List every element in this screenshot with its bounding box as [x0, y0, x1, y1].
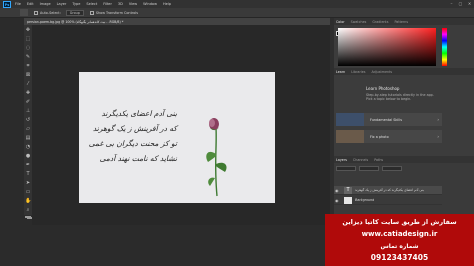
blur-icon[interactable]: ◔ — [25, 144, 31, 150]
tab-channels[interactable]: Channels — [353, 158, 368, 162]
auto-select-checkbox[interactable] — [34, 10, 38, 15]
blend-mode-dropdown[interactable] — [359, 165, 379, 171]
tools-panel: ✥ ⬚ ◌ ✎ ⌗ ⊠ ⁄ ✚ ✐ ⊥ ↺ ▱ ▤ ◔ ● ✒ T ➤ ▭ ✋ … — [24, 25, 33, 219]
layer-name: بنی آدم اعضای یکدیگرند که در آفرینش ز یک… — [355, 188, 424, 192]
learn-title: Learn Photoshop — [366, 86, 400, 91]
tab-paths[interactable]: Paths — [374, 158, 383, 162]
crop-icon[interactable]: ⌗ — [25, 63, 31, 69]
tab-adjustments[interactable]: Adjustments — [371, 70, 392, 74]
tab-color[interactable]: Color — [336, 20, 345, 24]
dodge-icon[interactable]: ● — [25, 153, 31, 159]
chevron-right-icon: › — [437, 117, 439, 122]
color-field[interactable] — [338, 28, 436, 66]
auto-select-label: Auto-Select: — [40, 10, 61, 15]
learn-panel-tabs: Learn Libraries Adjustments — [334, 68, 474, 75]
path-select-icon[interactable]: ➤ — [25, 180, 31, 186]
menu-select[interactable]: Select — [86, 2, 97, 6]
quick-select-icon[interactable]: ✎ — [25, 54, 31, 60]
history-brush-icon[interactable]: ↺ — [25, 117, 31, 123]
tutorial-card-fundamental-skills[interactable]: Fundamental Skills › — [336, 113, 442, 126]
color-panel-tabs: Color Swatches Gradients Patterns — [334, 18, 474, 25]
auto-select-dropdown[interactable]: Group — [65, 9, 84, 16]
pen-icon[interactable]: ✒ — [25, 162, 31, 168]
layer-row-text[interactable]: ◉ T بنی آدم اعضای یکدیگرند که در آفرینش … — [334, 186, 442, 195]
maximize-icon[interactable]: ▢ — [456, 0, 465, 8]
tutorial-card-fix-photo[interactable]: Fix a photo › — [336, 130, 442, 143]
healing-brush-icon[interactable]: ✚ — [25, 90, 31, 96]
menu-view[interactable]: View — [129, 2, 137, 6]
eye-icon[interactable]: ◉ — [335, 198, 341, 203]
transform-controls-checkbox[interactable] — [89, 10, 94, 15]
poem-line-4: نشاید که نامت نهند آدمی — [99, 154, 177, 163]
transform-controls-label: Show Transform Controls — [95, 10, 139, 15]
document-image[interactable]: بنی آدم اعضای یکدیگرند که در آفرینش ز یک… — [79, 72, 275, 203]
eyedropper-icon[interactable]: ⁄ — [25, 81, 31, 87]
menu-file[interactable]: File — [15, 2, 21, 6]
menu-bar: Ps File Edit Image Layer Type Select Fil… — [0, 0, 474, 8]
chevron-right-icon: › — [437, 134, 439, 139]
tab-layers[interactable]: Layers — [336, 158, 347, 162]
eraser-icon[interactable]: ▱ — [25, 126, 31, 132]
menu-edit[interactable]: Edit — [27, 2, 34, 6]
close-icon[interactable]: ✕ — [465, 0, 474, 8]
shape-icon[interactable]: ▭ — [25, 189, 31, 195]
document-title: persian-poem-bg.jpg @ 100% (نیت کاندهمان… — [27, 19, 124, 24]
brush-icon[interactable]: ✐ — [25, 99, 31, 105]
tab-gradients[interactable]: Gradients — [372, 20, 388, 24]
promo-url: www.catiadesign.ir — [361, 230, 438, 238]
tutorial-label: Fundamental Skills — [370, 117, 402, 122]
hand-icon[interactable]: ✋ — [25, 198, 31, 204]
poem-line-3: تو کز محنت دیگران بی غمی — [88, 139, 177, 148]
text-layer-icon: T — [344, 186, 352, 194]
layers-panel-tabs: Layers Channels Paths — [334, 156, 474, 163]
document-tab[interactable]: persian-poem-bg.jpg @ 100% (نیت کاندهمان… — [24, 18, 330, 25]
promo-phone: 09123437405 — [370, 253, 429, 262]
hue-slider[interactable] — [442, 28, 447, 66]
tutorial-thumbnail — [336, 130, 364, 143]
layers-toolbar — [336, 165, 440, 171]
move-icon[interactable]: ✥ — [25, 27, 31, 33]
frame-icon[interactable]: ⊠ — [25, 72, 31, 78]
tutorial-thumbnail — [336, 113, 364, 126]
layer-row-background[interactable]: ◉ Background — [334, 196, 442, 205]
menu-type[interactable]: Type — [72, 2, 80, 6]
menu-3d[interactable]: 3D — [118, 2, 123, 6]
move-tool-icon[interactable] — [20, 9, 28, 16]
tab-learn[interactable]: Learn — [336, 70, 345, 74]
promo-banner: سفارش از طریق سایت کاتیا دیزاین www.cati… — [325, 214, 474, 266]
tutorial-label: Fix a photo — [370, 134, 389, 139]
rose-flower-image — [206, 118, 227, 197]
marquee-icon[interactable]: ⬚ — [25, 36, 31, 42]
menu-image[interactable]: Image — [40, 2, 51, 6]
eye-icon[interactable]: ◉ — [335, 188, 341, 193]
layer-filter-dropdown[interactable] — [336, 165, 356, 171]
tab-patterns[interactable]: Patterns — [394, 20, 408, 24]
canvas-area[interactable]: بنی آدم اعضای یکدیگرند که در آفرینش ز یک… — [32, 25, 330, 225]
tab-libraries[interactable]: Libraries — [351, 70, 365, 74]
poem-line-2: که در آفرینش ز یک گوهرند — [92, 124, 177, 133]
menu-layer[interactable]: Layer — [57, 2, 67, 6]
clone-stamp-icon[interactable]: ⊥ — [25, 108, 31, 114]
layer-thumbnail — [344, 196, 352, 204]
menu-filter[interactable]: Filter — [103, 2, 112, 6]
photoshop-logo-icon[interactable]: Ps — [3, 0, 11, 8]
type-icon[interactable]: T — [25, 171, 31, 177]
tab-swatches[interactable]: Swatches — [351, 20, 367, 24]
promo-contact-label: شماره تماس — [380, 243, 419, 250]
learn-panel: Learn Libraries Adjustments Learn Photos… — [334, 68, 474, 158]
poem-text: بنی آدم اعضای یکدیگرند که در آفرینش ز یک… — [88, 106, 177, 166]
zoom-icon[interactable]: ⌕ — [25, 207, 31, 213]
window-controls: – ▢ ✕ — [447, 0, 474, 8]
opacity-field[interactable] — [382, 165, 402, 171]
options-bar: Auto-Select: Group Show Transform Contro… — [0, 8, 474, 18]
learn-description: Step-by-step tutorials directly in the a… — [366, 93, 434, 102]
poem-line-1: بنی آدم اعضای یکدیگرند — [101, 109, 177, 118]
minimize-icon[interactable]: – — [447, 0, 456, 8]
layer-name: Background — [355, 198, 375, 202]
menu-window[interactable]: Window — [143, 2, 157, 6]
menu-help[interactable]: Help — [163, 2, 171, 6]
promo-order-text: سفارش از طریق سایت کاتیا دیزاین — [342, 218, 457, 226]
gradient-icon[interactable]: ▤ — [25, 135, 31, 141]
lasso-icon[interactable]: ◌ — [25, 45, 31, 51]
